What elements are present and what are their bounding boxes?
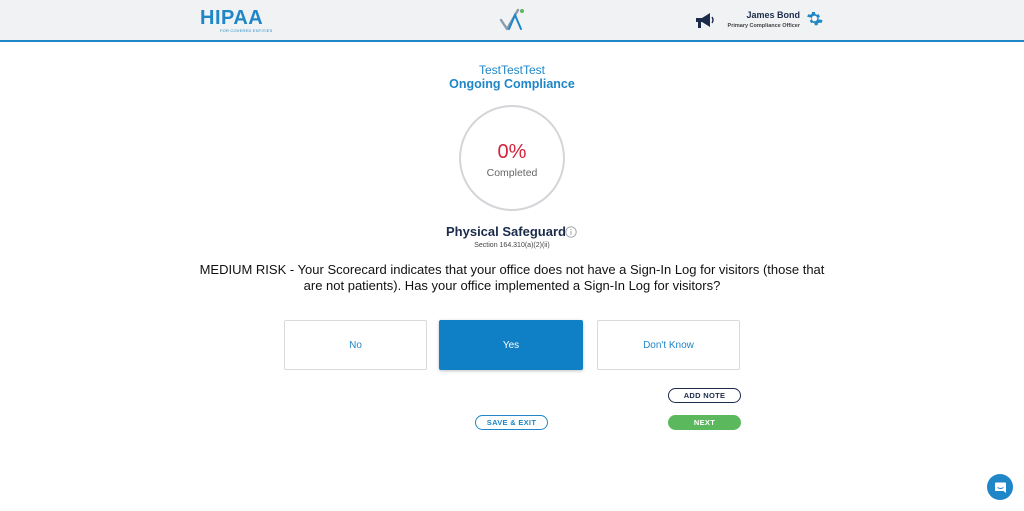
- answer-no-button[interactable]: No: [284, 320, 427, 370]
- user-name[interactable]: James Bond: [730, 10, 800, 20]
- checkmark-logo-icon[interactable]: [498, 7, 526, 33]
- save-exit-button[interactable]: SAVE & EXIT: [475, 415, 548, 430]
- logo-text: HIPAA: [200, 7, 264, 29]
- program-title: Ongoing Compliance: [449, 77, 575, 91]
- top-header: HIPAA FOR COVERED ENTITIES James Bond Pr…: [0, 0, 1024, 42]
- progress-ring: 0% Completed: [459, 105, 565, 211]
- chat-launcher-button[interactable]: [987, 474, 1013, 500]
- question-text: MEDIUM RISK - Your Scorecard indicates t…: [199, 262, 825, 293]
- answer-yes-button[interactable]: Yes: [439, 320, 583, 370]
- section-reference: Section 164.310(a)(2)(ii): [474, 242, 550, 249]
- add-note-button[interactable]: ADD NOTE: [668, 388, 741, 403]
- hipaa-logo[interactable]: HIPAA FOR COVERED ENTITIES: [200, 7, 272, 33]
- logo-tagline: FOR COVERED ENTITIES: [220, 28, 273, 33]
- chat-icon: [994, 482, 1006, 493]
- next-button[interactable]: NEXT: [668, 415, 741, 430]
- section-title: Physical Safeguard: [446, 224, 566, 239]
- progress-percent: 0%: [497, 141, 527, 163]
- user-role: Primary Compliance Officer: [727, 23, 800, 29]
- info-icon[interactable]: [565, 226, 577, 238]
- answer-dont-know-button[interactable]: Don't Know: [597, 320, 740, 370]
- progress-status: Completed: [486, 167, 538, 179]
- organization-name: TestTestTest: [478, 63, 546, 77]
- gear-icon[interactable]: [806, 10, 823, 27]
